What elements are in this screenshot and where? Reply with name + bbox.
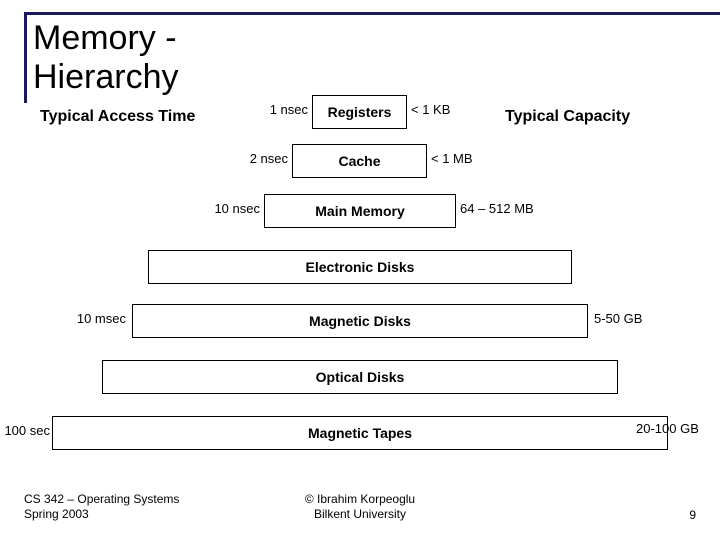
access-time-magnetic-tapes: 100 sec [0, 423, 50, 438]
footer-credit: © Ibrahim Korpeoglu Bilkent University [0, 492, 720, 522]
capacity-magnetic-tapes: 20-100 GB [636, 421, 699, 436]
page-title: Memory - Hierarchy [24, 12, 720, 103]
label-access-time: Typical Access Time [40, 108, 195, 126]
tier-registers: Registers [312, 95, 407, 129]
tier-main-memory: Main Memory [264, 194, 456, 228]
footer-page-number: 9 [689, 508, 696, 522]
tier-cache: Cache [292, 144, 427, 178]
access-time-main-memory: 10 nsec [200, 201, 260, 216]
footer-institution: Bilkent University [314, 507, 406, 521]
capacity-magnetic-disks: 5-50 GB [594, 311, 642, 326]
access-time-magnetic-disks: 10 msec [66, 311, 126, 326]
tier-magnetic-disks: Magnetic Disks [132, 304, 588, 338]
access-time-cache: 2 nsec [232, 151, 288, 166]
slide: Memory - Hierarchy Typical Access Time T… [0, 0, 720, 540]
footer-copyright: © Ibrahim Korpeoglu [305, 492, 415, 506]
access-time-registers: 1 nsec [252, 102, 308, 117]
tier-optical-disks: Optical Disks [102, 360, 618, 394]
capacity-cache: < 1 MB [431, 151, 473, 166]
capacity-registers: < 1 KB [411, 102, 450, 117]
label-capacity: Typical Capacity [505, 108, 630, 126]
capacity-main-memory: 64 – 512 MB [460, 201, 534, 216]
tier-electronic-disks: Electronic Disks [148, 250, 572, 284]
tier-magnetic-tapes: Magnetic Tapes [52, 416, 668, 450]
